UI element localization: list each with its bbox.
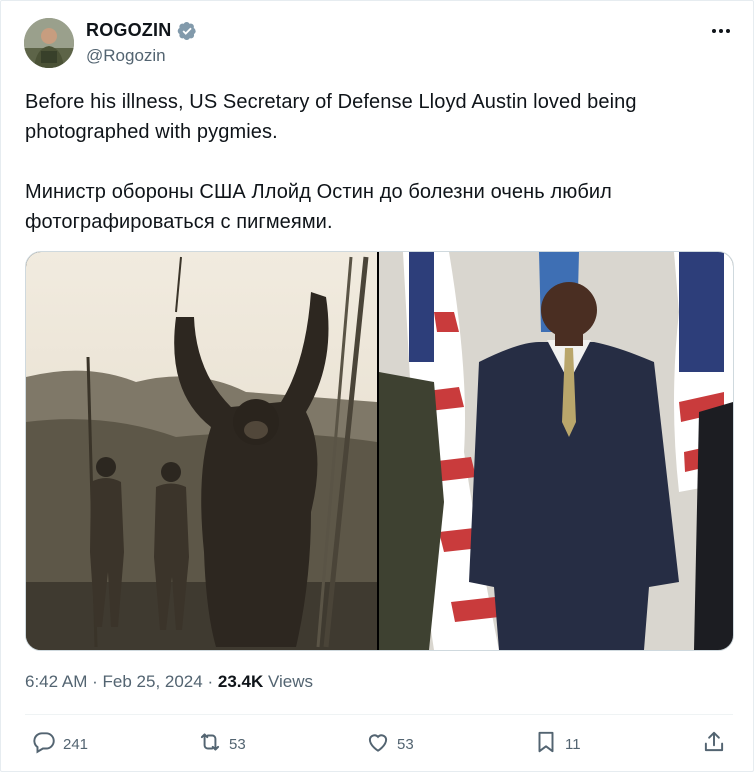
tweet-meta: 6:42 AM · Feb 25, 2024 · 23.4K Views [25, 672, 313, 692]
user-handle[interactable]: @Rogozin [86, 46, 166, 66]
avatar[interactable] [24, 18, 74, 68]
retweet-count: 53 [229, 735, 246, 753]
reply-count: 241 [63, 735, 89, 753]
views-label: Views [267, 672, 314, 691]
bookmark-icon [533, 729, 559, 759]
meta-separator-2: · [207, 672, 214, 691]
bookmark-button[interactable]: 11 [533, 729, 581, 759]
retweet-icon [197, 729, 223, 759]
display-name[interactable]: ROGOZIN [86, 20, 171, 41]
tweet-text-russian: Министр обороны США Ллойд Остин до болез… [25, 181, 612, 233]
media-grid[interactable] [25, 251, 734, 651]
tweet-text-english: Before his illness, US Secretary of Defe… [25, 91, 637, 143]
meta-separator: · [92, 672, 98, 691]
tweet-time[interactable]: 6:42 AM [25, 672, 87, 691]
divider [25, 714, 733, 715]
reply-button[interactable]: 241 [31, 729, 88, 759]
reply-icon [31, 729, 57, 759]
historical-photo-with-ape[interactable] [26, 252, 377, 650]
verified-badge-icon [177, 21, 197, 41]
bookmark-count: 11 [565, 735, 581, 753]
views-count: 23.4K [217, 672, 264, 691]
more-options-icon[interactable] [707, 21, 735, 41]
like-button[interactable]: 53 [365, 729, 414, 759]
tweet-card: ROGOZIN @Rogozin Before his illness, US … [0, 0, 754, 772]
tweet-actions: 241 53 53 11 [1, 729, 754, 763]
like-count: 53 [397, 735, 414, 753]
heart-icon [365, 729, 391, 759]
share-icon [701, 729, 727, 759]
share-button[interactable] [701, 729, 727, 759]
retweet-button[interactable]: 53 [197, 729, 246, 759]
austin-with-flags[interactable] [379, 252, 733, 650]
tweet-date[interactable]: Feb 25, 2024 [103, 672, 203, 691]
tweet-text: Before his illness, US Secretary of Defe… [25, 87, 725, 237]
